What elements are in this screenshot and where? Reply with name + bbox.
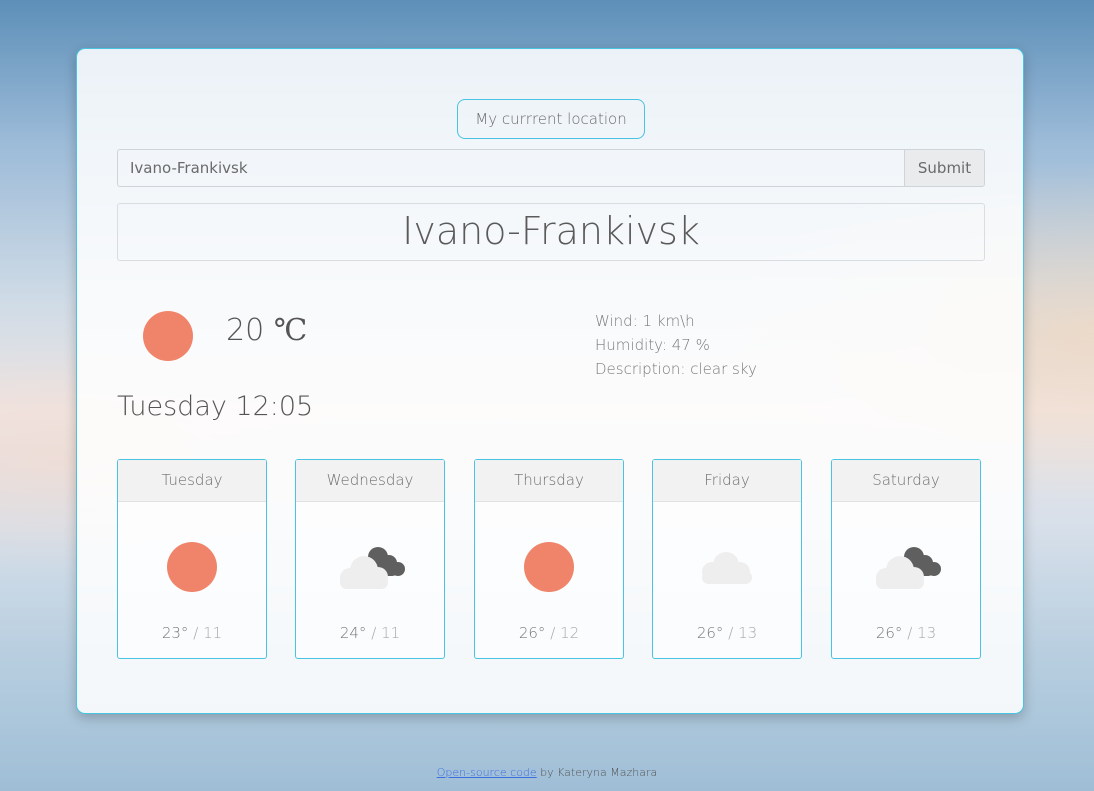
search-form: Submit [117,149,985,187]
forecast-day-label: Tuesday [118,460,266,502]
source-code-link[interactable]: Open-source code [437,766,537,779]
forecast-min: 12 [560,624,580,642]
sun-icon [524,542,574,592]
current-location-button[interactable]: My currrent location [457,99,645,139]
sun-icon [167,542,217,592]
forecast-separator: / [907,624,913,642]
forecast-min: 13 [738,624,758,642]
forecast-max: 26° [518,624,546,642]
forecast-temperature: 23° / 11 [118,624,266,642]
forecast-separator: / [728,624,734,642]
submit-button[interactable]: Submit [904,149,985,187]
forecast-min: 11 [203,624,223,642]
temperature-unit: ℃ [273,313,308,348]
current-temperature: 20 ℃ [226,313,307,348]
forecast-card-saturday: Saturday 26° / 13 [831,459,981,659]
wind-text: Wind: 1 km\h [595,312,695,330]
forecast-min: 13 [917,624,937,642]
weather-details: Wind: 1 km\h Humidity: 47 % Description:… [595,309,757,381]
forecast-max: 26° [696,624,724,642]
dark-clouds-icon [340,547,405,589]
sun-icon [143,311,193,361]
description-text: Description: clear sky [595,360,757,378]
forecast-day-label: Thursday [475,460,623,502]
humidity-text: Humidity: 47 % [595,336,710,354]
forecast-card-thursday: Thursday 26° / 12 [474,459,624,659]
forecast-max: 24° [339,624,367,642]
forecast-card-tuesday: Tuesday 23° / 11 [117,459,267,659]
forecast-temperature: 24° / 11 [296,624,444,642]
forecast-separator: / [193,624,199,642]
city-name: Ivano-Frankivsk [117,203,985,261]
cloud-icon [702,552,752,584]
forecast-separator: / [550,624,556,642]
forecast-card-friday: Friday 26° / 13 [652,459,802,659]
forecast-separator: / [371,624,377,642]
forecast-day-label: Saturday [832,460,980,502]
current-datetime: Tuesday 12:05 [117,391,314,422]
forecast-day-label: Wednesday [296,460,444,502]
forecast-min: 11 [381,624,401,642]
forecast-day-label: Friday [653,460,801,502]
dark-clouds-icon [876,547,941,589]
weather-card: My currrent location Submit Ivano-Franki… [76,48,1024,714]
temperature-value: 20 [226,313,265,348]
forecast-temperature: 26° / 13 [832,624,980,642]
forecast-card-wednesday: Wednesday 24° / 11 [295,459,445,659]
forecast-max: 23° [161,624,189,642]
search-input[interactable] [117,149,904,187]
forecast-max: 26° [875,624,903,642]
forecast-temperature: 26° / 12 [475,624,623,642]
forecast-temperature: 26° / 13 [653,624,801,642]
footer: Open-source code by Kateryna Mazhara [0,766,1094,779]
footer-author: by Kateryna Mazhara [540,766,658,779]
